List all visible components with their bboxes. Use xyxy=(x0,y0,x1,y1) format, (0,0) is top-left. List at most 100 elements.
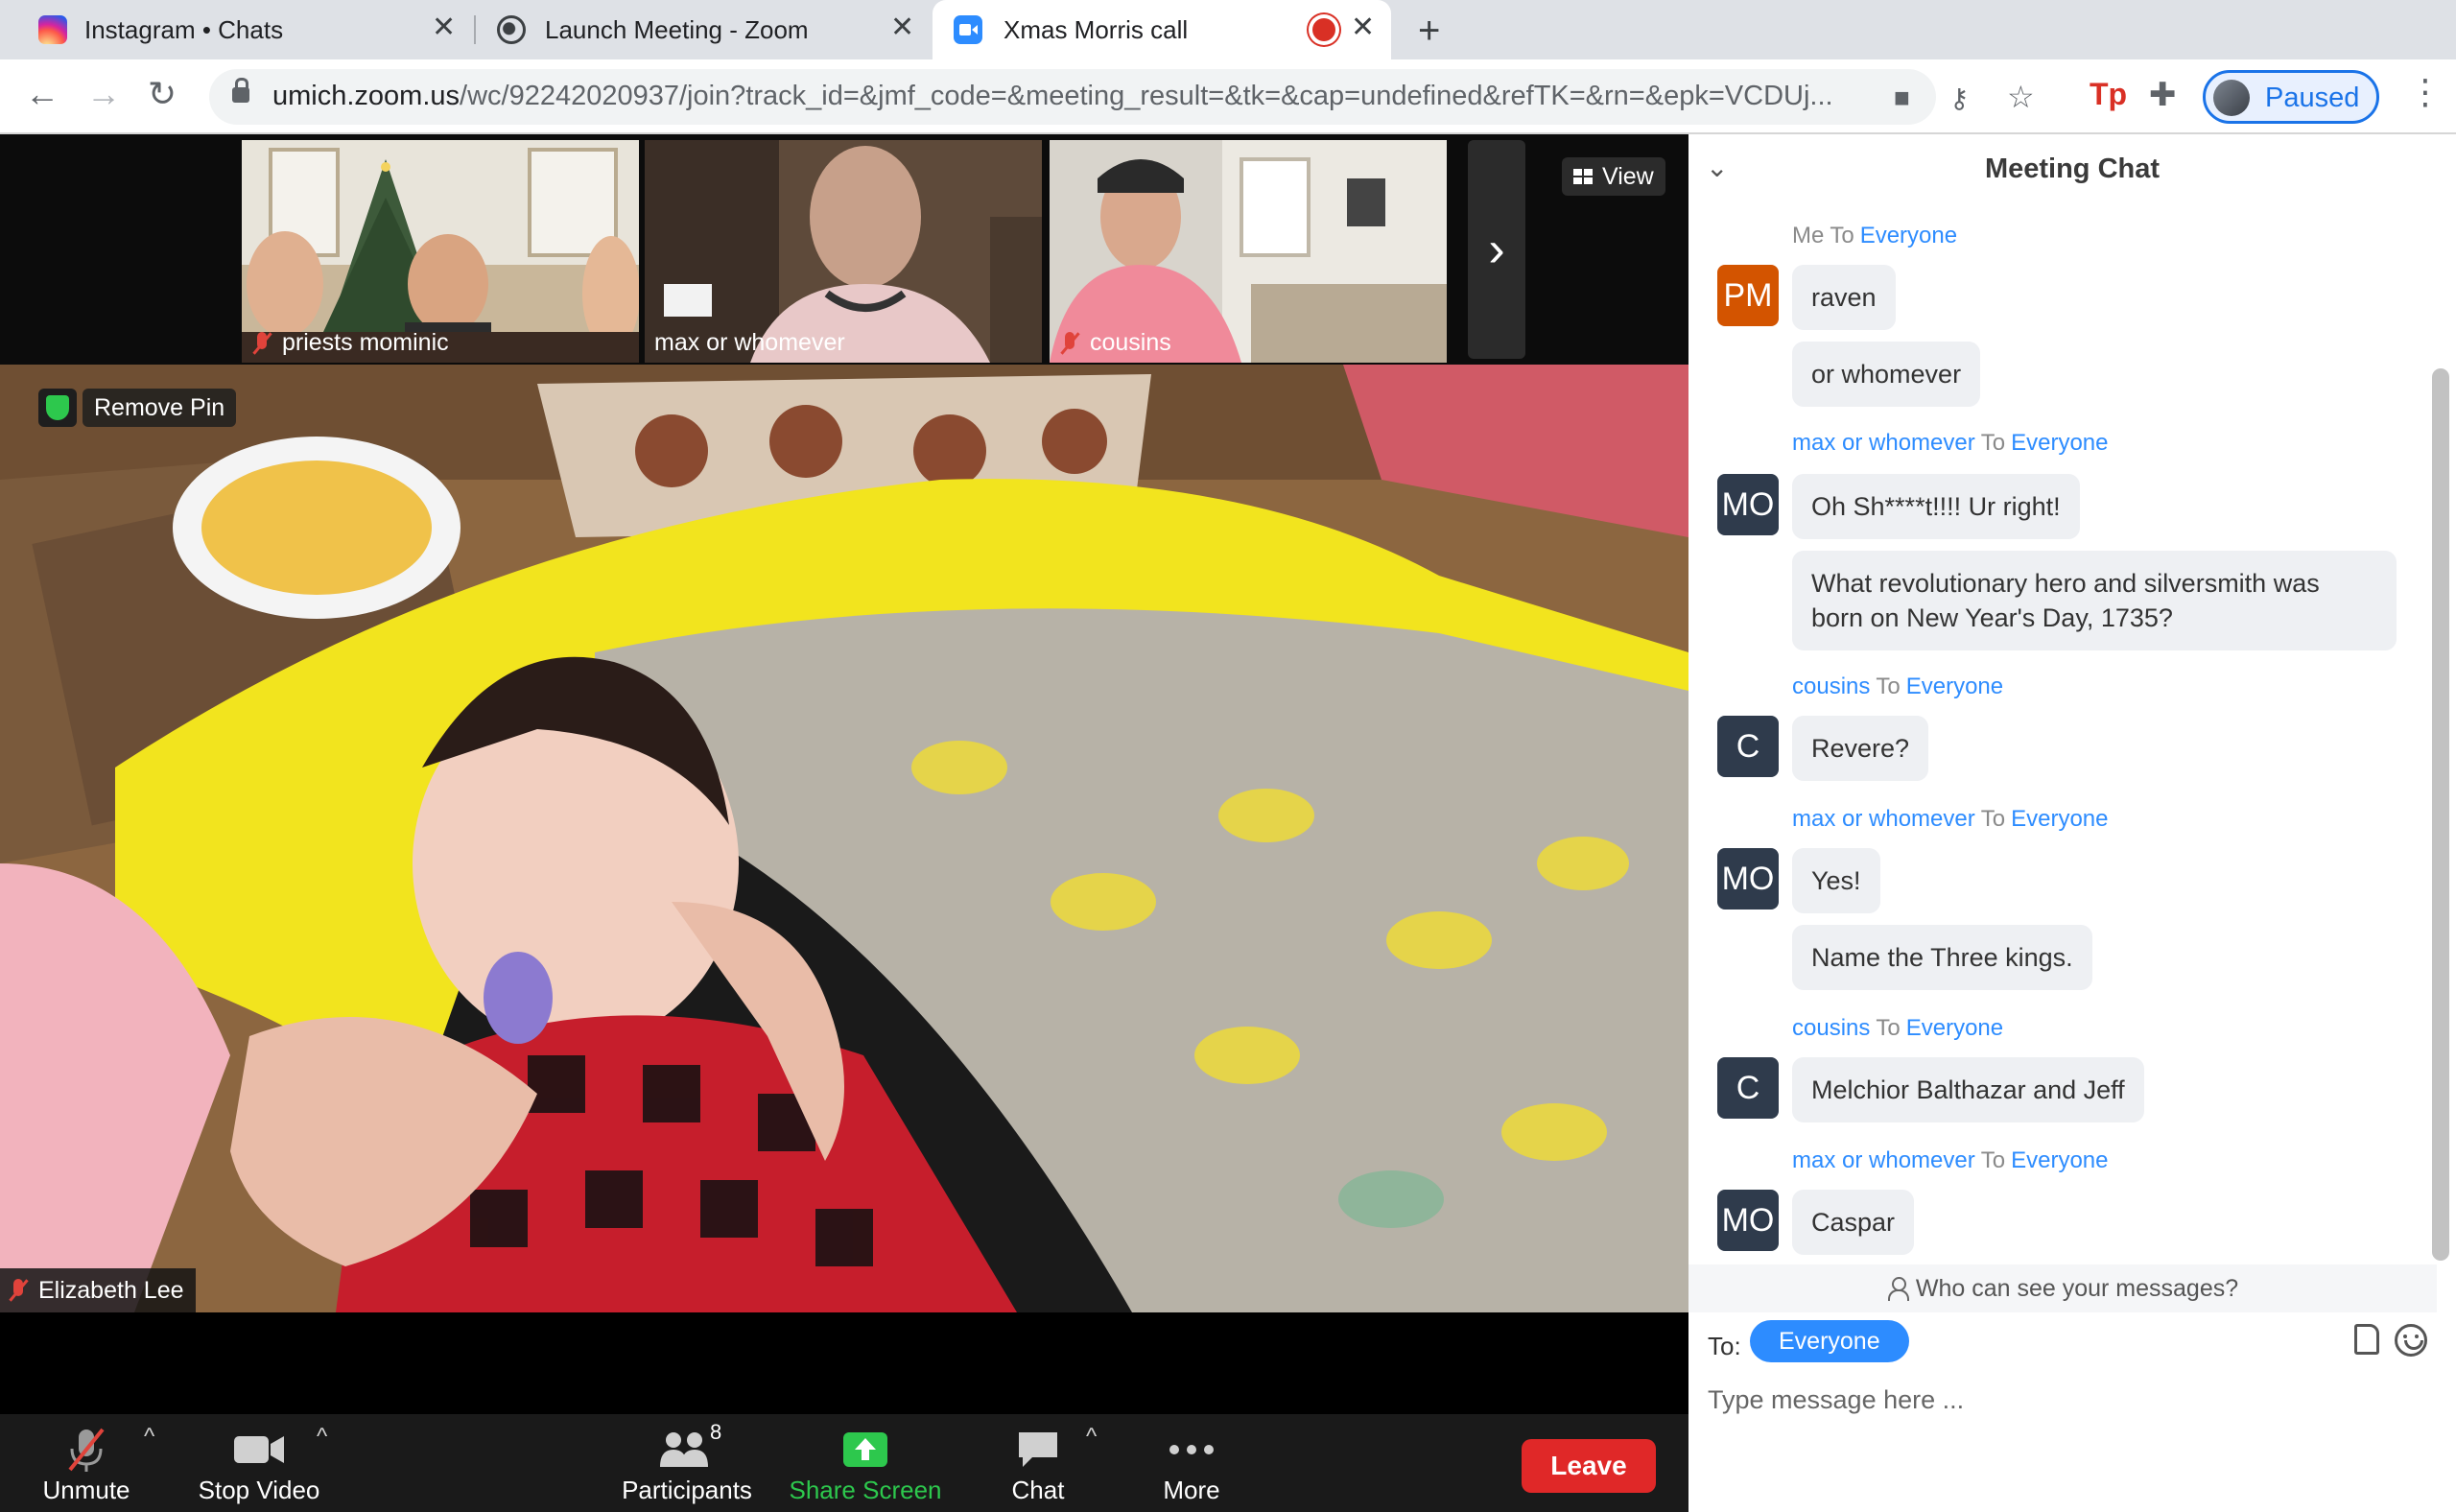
back-arrow-icon[interactable]: ← xyxy=(25,77,59,111)
chat-label: Chat xyxy=(1011,1476,1065,1504)
message-header: max or whomever To Everyone xyxy=(1792,430,2108,457)
message-target[interactable]: Everyone xyxy=(1860,223,1957,248)
message-header: max or whomever To Everyone xyxy=(1792,806,2108,833)
instagram-icon xyxy=(38,15,67,44)
chat-message: Oh Sh****t!!!! Ur right! xyxy=(1792,474,2080,539)
share-screen-button[interactable]: Share Screen xyxy=(779,1426,952,1508)
grid-view-icon xyxy=(1573,169,1593,184)
tab-title: Launch Meeting - Zoom xyxy=(545,14,809,44)
close-tab-icon[interactable]: ✕ xyxy=(1351,13,1375,42)
who-can-see-link[interactable]: Who can see your messages? xyxy=(1688,1264,2437,1312)
extensions-puzzle-icon[interactable]: ✚ xyxy=(2149,79,2177,111)
browser-menu-icon[interactable]: ⋮ xyxy=(2408,75,2443,109)
tab-separator xyxy=(474,15,476,44)
avatar: MO xyxy=(1717,1190,1779,1251)
message-sender: Me xyxy=(1792,223,1825,248)
participant-name-label: priests mominic xyxy=(251,329,449,357)
view-button[interactable]: View xyxy=(1562,157,1665,196)
mic-muted-icon xyxy=(8,1279,29,1302)
participant-name: priests mominic xyxy=(282,329,449,356)
forward-arrow-icon[interactable]: → xyxy=(86,77,121,111)
participants-icon: 8 xyxy=(601,1420,773,1474)
chat-message: Name the Three kings. xyxy=(1792,925,2092,990)
participant-name-label: max or whomever xyxy=(654,329,845,357)
chat-composer: Who can see your messages? To: Everyone xyxy=(1688,1264,2456,1512)
profile-avatar xyxy=(2213,80,2250,116)
avatar: MO xyxy=(1717,474,1779,535)
chat-message: raven xyxy=(1792,265,1896,330)
chat-message: Caspar xyxy=(1792,1190,1915,1255)
message-sender: cousins xyxy=(1792,673,1871,699)
pinned-video-feed xyxy=(0,365,1688,1312)
tab-xmas-morris-call[interactable]: Xmas Morris call ✕ xyxy=(933,0,1391,59)
message-target[interactable]: Everyone xyxy=(1906,1015,2003,1041)
chat-title: Meeting Chat xyxy=(1984,154,2161,184)
extension-tp-icon[interactable]: Tp xyxy=(2090,79,2127,109)
browser-toolbar: ← → ↻ umich.zoom.us/wc/92242020937/join?… xyxy=(0,59,2456,134)
message-target[interactable]: Everyone xyxy=(2011,430,2108,456)
participant-thumbnail[interactable]: max or whomever xyxy=(645,140,1042,363)
participant-thumbnail[interactable]: cousins xyxy=(1050,140,1447,363)
next-page-chevron-icon[interactable]: › xyxy=(1468,140,1525,359)
chat-button[interactable]: Chat xyxy=(952,1426,1124,1508)
reload-icon[interactable]: ↻ xyxy=(148,77,177,111)
emoji-icon[interactable] xyxy=(2395,1324,2427,1357)
recipient-dropdown[interactable]: Everyone xyxy=(1750,1320,1909,1362)
message-target[interactable]: Everyone xyxy=(2011,806,2108,832)
chat-options-caret-icon[interactable]: ^ xyxy=(1086,1424,1097,1451)
bookmark-star-icon[interactable]: ☆ xyxy=(2007,79,2035,115)
zoom-web-client: Instagram • Chats ✕ Launch Meeting - Zoo… xyxy=(0,0,2456,1512)
participant-name-label: cousins xyxy=(1059,329,1171,357)
file-icon[interactable] xyxy=(2354,1324,2379,1355)
who-can-see-label: Who can see your messages? xyxy=(1915,1274,2239,1302)
to-label: To: xyxy=(1708,1332,1741,1360)
remove-pin-badge: Remove Pin xyxy=(38,388,237,428)
tab-instagram-chats[interactable]: Instagram • Chats ✕ xyxy=(19,0,470,59)
message-sender: max or whomever xyxy=(1792,1147,1975,1173)
message-header: Me To Everyone xyxy=(1792,223,1957,249)
more-button[interactable]: More xyxy=(1105,1426,1278,1508)
thumbnail-strip: priests mominic max or whomever cousins … xyxy=(0,134,1688,365)
participant-name: cousins xyxy=(1090,329,1171,356)
new-tab-plus-icon[interactable]: + xyxy=(1418,12,1440,50)
meeting-chat-panel: ⌄ Meeting Chat Me To Everyone PM raven or … xyxy=(1688,134,2456,1512)
audio-options-caret-icon[interactable]: ^ xyxy=(144,1424,154,1451)
person-icon xyxy=(1887,1277,1909,1301)
meeting-control-bar: Unmute ^ Stop Video ^ 8 Participants Sha… xyxy=(0,1414,1688,1512)
chat-message: Yes! xyxy=(1792,848,1880,913)
message-to: To xyxy=(1830,223,1854,248)
profile-paused-button[interactable]: Paused xyxy=(2203,70,2379,124)
message-input[interactable] xyxy=(1708,1376,2437,1424)
participant-thumbnail[interactable]: priests mominic xyxy=(242,140,639,363)
main-speaker-name: Elizabeth Lee xyxy=(38,1276,184,1304)
message-header: max or whomever To Everyone xyxy=(1792,1147,2108,1174)
message-to: To xyxy=(1980,806,2006,832)
camera-icon[interactable]: ■ xyxy=(1894,83,1910,113)
remove-pin-button[interactable]: Remove Pin xyxy=(83,389,237,427)
chat-bubble-icon xyxy=(952,1426,1124,1474)
close-tab-icon[interactable]: ✕ xyxy=(890,13,914,42)
chat-scrollbar[interactable] xyxy=(2432,368,2449,1261)
message-target[interactable]: Everyone xyxy=(2011,1147,2108,1173)
url-text[interactable]: umich.zoom.us/wc/92242020937/join?track_… xyxy=(272,81,1865,112)
lock-icon xyxy=(232,78,249,103)
profile-paused-label: Paused xyxy=(2265,83,2360,113)
close-tab-icon[interactable]: ✕ xyxy=(432,13,456,42)
message-sender: cousins xyxy=(1792,1015,1871,1041)
tab-title: Instagram • Chats xyxy=(84,14,284,44)
chat-message: What revolutionary hero and silversmith … xyxy=(1792,551,2397,650)
message-target[interactable]: Everyone xyxy=(1906,673,2003,699)
browser-tab-bar: Instagram • Chats ✕ Launch Meeting - Zoo… xyxy=(0,0,2456,59)
leave-button[interactable]: Leave xyxy=(1522,1439,1656,1493)
tab-launch-meeting[interactable]: Launch Meeting - Zoom ✕ xyxy=(480,0,931,59)
address-bar[interactable]: umich.zoom.us/wc/92242020937/join?track_… xyxy=(209,69,2035,125)
message-to: To xyxy=(1980,1147,2006,1173)
url-host: umich.zoom.us xyxy=(272,81,460,111)
message-to: To xyxy=(1980,430,2006,456)
video-options-caret-icon[interactable]: ^ xyxy=(317,1424,327,1451)
key-icon[interactable]: ⚷ xyxy=(1949,83,1970,114)
pinned-video[interactable]: Remove Pin Elizabeth Lee xyxy=(0,365,1688,1312)
chat-message: Melchior Balthazar and Jeff xyxy=(1792,1057,2144,1122)
chat-message: Revere? xyxy=(1792,716,1929,781)
participants-button[interactable]: 8 Participants xyxy=(601,1420,773,1508)
